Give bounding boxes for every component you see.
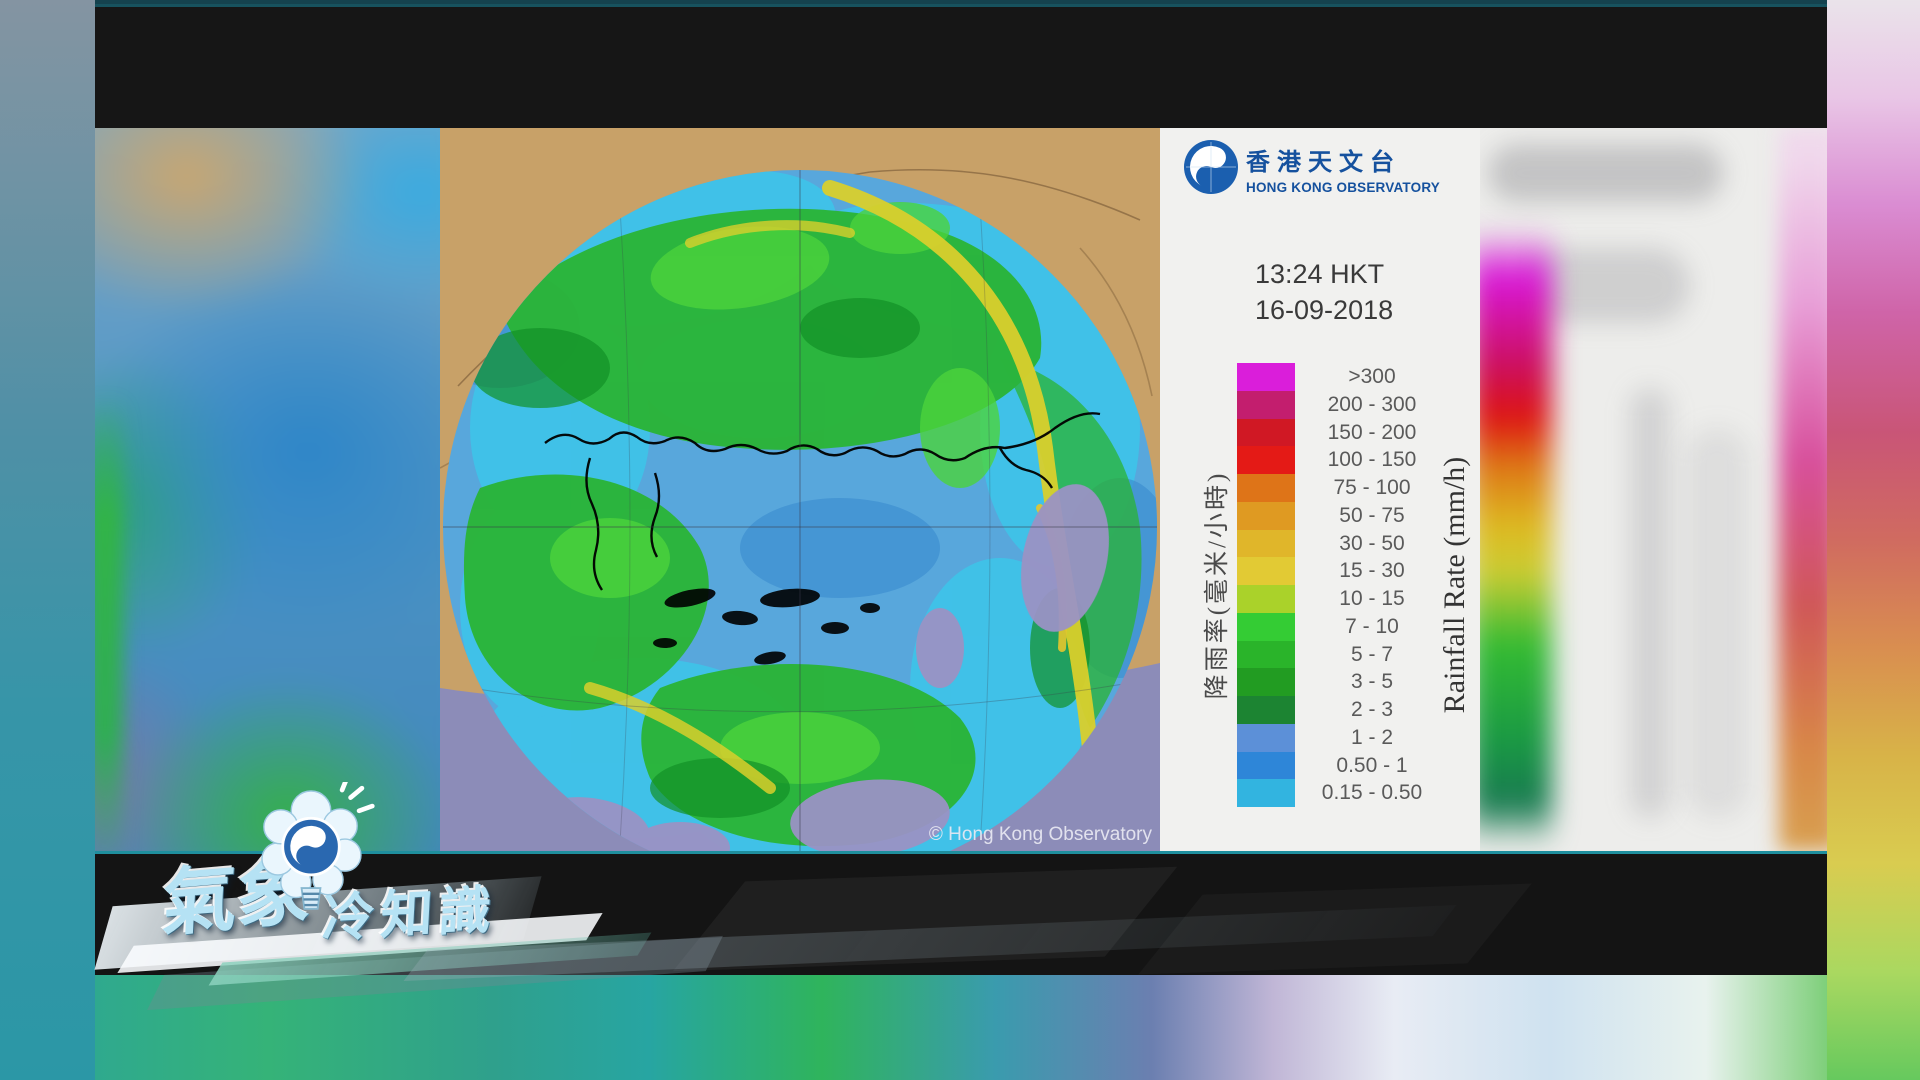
blurred-logo <box>1488 144 1723 202</box>
cloud-bulb-logo-icon <box>245 782 377 932</box>
scale-row: 5 - 7 <box>1237 641 1517 669</box>
scale-row: 2 - 3 <box>1237 696 1517 724</box>
scale-row: 3 - 5 <box>1237 668 1517 696</box>
scale-row: 200 - 300 <box>1237 391 1517 419</box>
spark-lines <box>342 782 372 811</box>
scale-row: 100 - 150 <box>1237 446 1517 474</box>
scale-row: 50 - 75 <box>1237 502 1517 530</box>
blurred-title-column <box>1685 428 1749 818</box>
scale-label: 3 - 5 <box>1287 668 1457 696</box>
scale-label: 30 - 50 <box>1287 530 1457 558</box>
scale-label: 5 - 7 <box>1287 641 1457 669</box>
programme-watermark: 氣象 冷知識 <box>95 780 1505 1010</box>
scale-row: 7 - 10 <box>1237 613 1517 641</box>
frame-content: © Hong Kong Observatory 香港天文台 HONG KONG … <box>95 128 1827 851</box>
scale-row: 150 - 200 <box>1237 419 1517 447</box>
scale-label: 200 - 300 <box>1287 391 1457 419</box>
scale-label: 2 - 3 <box>1287 696 1457 724</box>
scale-row: 15 - 30 <box>1237 557 1517 585</box>
background-gradient-right <box>1827 0 1920 1080</box>
scale-label: 0.50 - 1 <box>1287 752 1457 780</box>
observation-time: 13:24 HKT <box>1255 256 1455 292</box>
scale-label: 10 - 15 <box>1287 585 1457 613</box>
hko-swirl-logo-icon <box>1182 138 1240 196</box>
rainfall-scale: >300 200 - 300 150 - 200 100 - 150 75 - … <box>1237 363 1517 807</box>
blurred-colour-bar <box>1480 228 1552 851</box>
blurred-radar-panel-left <box>95 128 440 851</box>
letterbox-top-bar <box>95 4 1827 131</box>
legend-panel: 香港天文台 HONG KONG OBSERVATORY 13:24 HKT 16… <box>1160 128 1480 851</box>
scale-label: 1 - 2 <box>1287 724 1457 752</box>
blurred-legend-panel-right <box>1480 128 1827 851</box>
scale-row: >300 <box>1237 363 1517 391</box>
scale-label: 75 - 100 <box>1287 474 1457 502</box>
scale-row: 30 - 50 <box>1237 530 1517 558</box>
legend-title-chinese: 降雨率(毫米/小時) <box>1197 375 1227 795</box>
scale-label: 50 - 75 <box>1287 502 1457 530</box>
scale-label: 150 - 200 <box>1287 419 1457 447</box>
blurred-edge-gradient <box>1779 128 1827 851</box>
bulb-base <box>302 888 321 909</box>
scale-row: 10 - 15 <box>1237 585 1517 613</box>
hko-names: 香港天文台 HONG KONG OBSERVATORY <box>1246 142 1476 195</box>
scale-row: 0.50 - 1 <box>1237 752 1517 780</box>
scale-label: 100 - 150 <box>1287 446 1457 474</box>
background-gradient-left <box>0 0 95 1080</box>
scale-row: 75 - 100 <box>1237 474 1517 502</box>
scale-label: 7 - 10 <box>1287 613 1457 641</box>
hko-name-english: HONG KONG OBSERVATORY <box>1246 180 1476 195</box>
scale-row: 1 - 2 <box>1237 724 1517 752</box>
scale-label: 15 - 30 <box>1287 557 1457 585</box>
observation-date: 16-09-2018 <box>1255 292 1455 328</box>
hko-name-chinese: 香港天文台 <box>1246 142 1476 177</box>
blurred-label-column <box>1630 388 1670 818</box>
radar-rainfall-map: © Hong Kong Observatory <box>440 128 1163 851</box>
scale-label: >300 <box>1287 363 1457 391</box>
observation-timestamp: 13:24 HKT 16-09-2018 <box>1255 256 1455 328</box>
blur-wash <box>95 128 440 851</box>
radar-svg: © Hong Kong Observatory <box>440 128 1160 851</box>
